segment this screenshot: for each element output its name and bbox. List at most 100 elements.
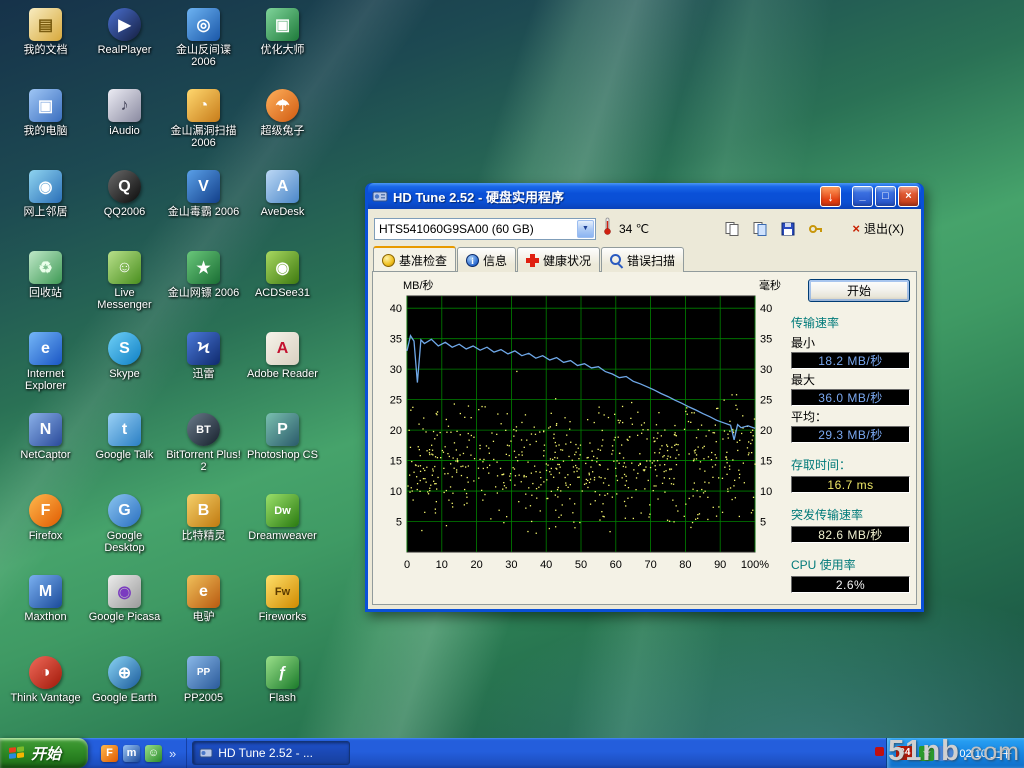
hdtune-app-icon — [372, 188, 388, 204]
desktop-icon-kingsoft-duba-2006[interactable]: V金山毒霸 2006 — [164, 166, 243, 247]
messenger-quicklaunch[interactable]: ☺ — [145, 745, 162, 762]
health-tab-icon — [526, 254, 539, 267]
svg-text:20: 20 — [390, 425, 402, 437]
desktop-icon-google-desktop[interactable]: GGoogle Desktop — [85, 490, 164, 571]
desktop-icon-maxthon[interactable]: M Maxthon — [6, 571, 85, 652]
taskbar: 开始 Fm ☺ » HD Tune 2.52 - ... 34 ★ ♪ 02:10 上… — [0, 738, 1024, 768]
desktop-icon-internet-explorer[interactable]: eInternet Explorer — [6, 328, 85, 409]
desktop-icon-label: Google Talk — [96, 449, 154, 461]
taskbar-clock[interactable]: 02:10 上午 — [959, 745, 1012, 761]
desktop-icon-label: AveDesk — [261, 206, 305, 218]
copy-screenshot-button[interactable] — [749, 218, 771, 240]
desktop-icon-photoshop-cs[interactable]: PPhotoshop CS — [243, 409, 322, 490]
desktop-icon-acdsee-31[interactable]: ◉ACDSee31 — [243, 247, 322, 328]
desktop-icon-kingsoft-antispy-2006[interactable]: ◎金山反间谍 2006 — [164, 4, 243, 85]
desktop-icon-my-computer[interactable]: ▣我的电脑 — [6, 85, 85, 166]
download-update-button[interactable]: ↓ — [820, 186, 841, 207]
exit-button[interactable]: × 退出(X) — [845, 216, 911, 241]
drive-select-dropdown-button[interactable]: ▼ — [577, 220, 594, 238]
start-benchmark-button[interactable]: 开始 — [808, 279, 910, 302]
quicklaunch-overflow-chevron[interactable]: » — [167, 746, 178, 761]
hdtune-temp-tray-icon[interactable]: 34 — [896, 746, 913, 760]
desktop-icon-adobe-reader[interactable]: AAdobe Reader — [243, 328, 322, 409]
desktop-icon-fireworks[interactable]: FwFireworks — [243, 571, 322, 652]
desktop-icon-live-messenger[interactable]: ☺Live Messenger — [85, 247, 164, 328]
svg-text:40: 40 — [760, 303, 772, 315]
desktop-icon-emule[interactable]: e电驴 — [164, 571, 243, 652]
desktop-icon-dreamweaver[interactable]: DwDreamweaver — [243, 490, 322, 571]
desktop-icon-network-places[interactable]: ◉网上邻居 — [6, 166, 85, 247]
svg-text:10: 10 — [760, 486, 772, 498]
options-button[interactable] — [805, 218, 827, 240]
minimize-button[interactable]: _ — [852, 186, 873, 207]
copy-text-button[interactable] — [721, 218, 743, 240]
desktop-icon-thinkvantage[interactable]: ◑Think Vantage — [6, 652, 85, 733]
desktop-icon-recycle-bin[interactable]: ♻回收站 — [6, 247, 85, 328]
quick-launch-bar: Fm ☺ » — [93, 738, 187, 768]
desktop-icon-bitspirit[interactable]: B比特精灵 — [164, 490, 243, 571]
svg-text:35: 35 — [390, 334, 402, 346]
desktop-icon-label: 金山网镖 2006 — [168, 287, 240, 299]
emule-icon: e — [187, 575, 220, 608]
thinkvantage-icon: ◑ — [29, 656, 62, 689]
min-label: 最小 — [791, 334, 910, 351]
desktop-icon-netcaptor[interactable]: NNetCaptor — [6, 409, 85, 490]
desktop-icon-kingsoft-vulnscan-2006[interactable]: ◔金山漏洞扫描 2006 — [164, 85, 243, 166]
start-button[interactable]: 开始 — [0, 738, 88, 768]
svg-text:80: 80 — [679, 559, 691, 571]
svg-text:0: 0 — [404, 559, 410, 571]
desktop-icon-super-rabbit[interactable]: ☂超级兔子 — [243, 85, 322, 166]
tab-label: 信息 — [483, 252, 507, 269]
svg-text:35: 35 — [760, 334, 772, 346]
desktop-icon-xunlei[interactable]: Ϟ迅雷 — [164, 328, 243, 409]
desktop-icon-label: 比特精灵 — [182, 530, 226, 542]
live-messenger-icon: ☺ — [108, 251, 141, 284]
desktop-icon-pp2005[interactable]: PPPP2005 — [164, 652, 243, 733]
desktop-icon-qq2006[interactable]: QQQ2006 — [85, 166, 164, 247]
maximize-button[interactable]: □ — [875, 186, 896, 207]
firefox-quicklaunch[interactable]: F — [101, 745, 118, 762]
desktop-icon-kingsoft-netguard-2006[interactable]: ★金山网镖 2006 — [164, 247, 243, 328]
tab-info[interactable]: 信息 — [457, 247, 516, 272]
volume-tray[interactable]: ♪ — [938, 746, 953, 761]
drive-select[interactable]: HTS541060G9SA00 (60 GB) ▼ — [374, 218, 596, 240]
desktop-icon-avedesk[interactable]: AAveDesk — [243, 166, 322, 247]
close-button[interactable]: × — [898, 186, 919, 207]
kingsoft-tray[interactable]: ★ — [919, 746, 934, 761]
desktop-icon-realplayer[interactable]: ▶ RealPlayer — [85, 4, 164, 85]
maxthon-icon: M — [29, 575, 62, 608]
desktop-icon-iaudio[interactable]: ♪iAudio — [85, 85, 164, 166]
maxthon-quicklaunch[interactable]: m — [123, 745, 140, 762]
window-titlebar[interactable]: HD Tune 2.52 - 硬盘实用程序 ↓ _ □ × — [368, 183, 921, 209]
windows-flag-icon — [8, 745, 26, 761]
svg-text:5: 5 — [760, 517, 766, 529]
desktop-icon-firefox[interactable]: FFirefox — [6, 490, 85, 571]
youhua-dashi-icon: ▣ — [266, 8, 299, 41]
desktop-icon-youhua-dashi[interactable]: ▣ 优化大师 — [243, 4, 322, 85]
realplayer-icon: ▶ — [108, 8, 141, 41]
desktop-icon-flash[interactable]: ƒFlash — [243, 652, 322, 733]
burst-rate-label: 突发传输速率 — [791, 506, 910, 523]
desktop-icon-google-picasa[interactable]: ◉Google Picasa — [85, 571, 164, 652]
fireworks-icon: Fw — [266, 575, 299, 608]
desktop-icon-label: ACDSee31 — [255, 287, 310, 299]
google-picasa-icon: ◉ — [108, 575, 141, 608]
benchmark-chart: 4040353530302525202015151010550102030405… — [377, 276, 783, 602]
desktop-icon-label: RealPlayer — [98, 44, 152, 56]
tab-benchmark[interactable]: 基准检查 — [373, 246, 456, 271]
window-title: HD Tune 2.52 - 硬盘实用程序 — [393, 187, 815, 206]
desktop-icon-google-talk[interactable]: tGoogle Talk — [85, 409, 164, 490]
taskbar-button-hdtune[interactable]: HD Tune 2.52 - ... — [192, 741, 350, 765]
tab-health[interactable]: 健康状况 — [517, 247, 600, 272]
desktop-icon-skype[interactable]: SSkype — [85, 328, 164, 409]
desktop-icon-bittorrent-plus-2[interactable]: BTBitTorrent Plus! 2 — [164, 409, 243, 490]
save-screenshot-button[interactable] — [777, 218, 799, 240]
desktop-icon-google-earth[interactable]: ⊕Google Earth — [85, 652, 164, 733]
results-panel: 开始 传输速率 最小 18.2 MB/秒 最大 36.0 MB/秒 平均： 29… — [783, 276, 914, 602]
tab-scan[interactable]: 错误扫描 — [601, 247, 684, 272]
desktop-icon-my-documents[interactable]: ▤我的文档 — [6, 4, 85, 85]
desktop-icon-label: 优化大师 — [261, 44, 305, 56]
key-icon — [808, 221, 824, 237]
system-tray: 34 ★ ♪ 02:10 上午 — [886, 738, 1024, 768]
desktop-icon-label: Maxthon — [24, 611, 66, 623]
